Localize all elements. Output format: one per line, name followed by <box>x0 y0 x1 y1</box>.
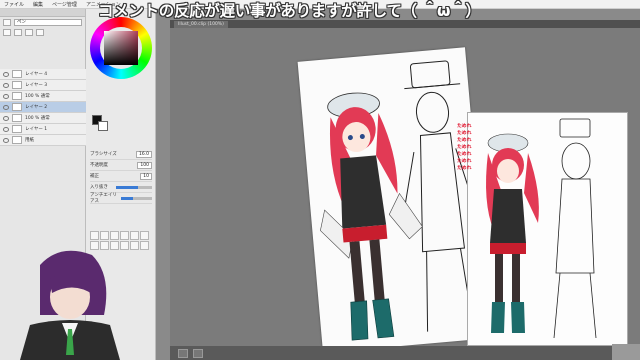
layer-row[interactable]: レイヤー 4 <box>0 69 86 80</box>
character-illustration <box>320 60 479 341</box>
menu-file[interactable]: ファイル <box>4 1 24 8</box>
pencil-tool-icon[interactable] <box>100 231 109 240</box>
prop-label: 入り抜き <box>90 185 108 190</box>
color-wheel[interactable] <box>90 17 152 79</box>
grid-toggle-icon[interactable] <box>178 348 188 358</box>
sub-color-swatch[interactable] <box>98 121 108 131</box>
avatar-illustration <box>20 250 120 360</box>
panel-header <box>0 9 85 17</box>
layer-name: レイヤー 4 <box>25 72 48 77</box>
chat-line: ためれ <box>457 152 472 157</box>
eraser-tool-icon[interactable] <box>120 231 129 240</box>
folder-icon[interactable] <box>14 28 22 36</box>
eye-icon[interactable] <box>3 71 9 77</box>
layer-row[interactable]: レイヤー 3 <box>0 80 86 91</box>
layer-tools-row <box>0 27 85 37</box>
status-bar <box>170 346 640 360</box>
menu-edit[interactable]: 編集 <box>33 1 43 8</box>
eye-icon[interactable] <box>3 82 9 88</box>
pen-tool-icon[interactable] <box>90 231 99 240</box>
layer-row[interactable]: 100 % 通常 <box>0 113 86 124</box>
prop-value[interactable]: 100 <box>137 161 152 169</box>
chat-line: ためれ <box>457 138 472 143</box>
reference-illustration <box>486 118 597 339</box>
saturation-value-square[interactable] <box>104 31 138 65</box>
layer-thumbnail <box>12 125 22 133</box>
layer-row[interactable]: 100 % 通常 <box>0 91 86 102</box>
layer-list: レイヤー 4 レイヤー 3 100 % 通常 レイヤー 2 100 % 通常 レ… <box>0 69 86 146</box>
prop-label: 補正 <box>90 174 99 179</box>
reference-window[interactable] <box>467 112 628 346</box>
layer-row[interactable]: 用紙 <box>0 135 86 146</box>
brush-tool-icon[interactable] <box>110 231 119 240</box>
brush-properties: ブラシサイズ 16.0 不透明度 100 補正 10 入り抜き アンチエイリアス <box>90 149 152 204</box>
canvas-tab[interactable]: Illust_00.clip (100%) <box>174 21 228 28</box>
new-layer-icon[interactable] <box>3 28 11 36</box>
tool-preset-row: ペン <box>0 17 85 27</box>
chat-overlay: ためれ ためれ ためれ ためれ ためれ ためれ ためれ <box>457 122 487 171</box>
prop-row[interactable]: 補正 10 <box>90 171 152 182</box>
ruler-toggle-icon[interactable] <box>193 348 203 358</box>
layer-row[interactable]: レイヤー 1 <box>0 124 86 135</box>
fill-tool-icon[interactable] <box>130 231 139 240</box>
layer-thumbnail <box>12 103 22 111</box>
layer-thumbnail <box>12 70 22 78</box>
drawing-canvas[interactable] <box>297 47 491 353</box>
prop-row[interactable]: ブラシサイズ 16.0 <box>90 149 152 160</box>
menu-page[interactable]: ページ管理 <box>52 1 77 8</box>
prop-label: 不透明度 <box>90 163 108 168</box>
layer-thumbnail <box>12 81 22 89</box>
layer-name: 100 % 通常 <box>25 116 50 121</box>
prop-value[interactable]: 10 <box>140 172 152 180</box>
eye-icon[interactable] <box>3 115 9 121</box>
selection-tool-icon[interactable] <box>140 231 149 240</box>
prop-row[interactable]: 不透明度 100 <box>90 160 152 171</box>
chat-line: ためれ <box>457 166 472 171</box>
prop-value[interactable]: 16.0 <box>135 150 152 158</box>
prop-row[interactable]: アンチエイリアス <box>90 193 152 204</box>
prop-slider[interactable] <box>120 196 152 200</box>
prop-label: ブラシサイズ <box>90 152 117 157</box>
chat-line: ためれ <box>457 124 472 129</box>
layer-name: 用紙 <box>25 138 34 143</box>
layer-thumbnail <box>12 136 22 144</box>
eye-icon[interactable] <box>3 137 9 143</box>
layer-name: 100 % 通常 <box>25 94 50 99</box>
layer-name: レイヤー 2 <box>25 105 48 110</box>
corner-panel <box>612 344 640 360</box>
eye-icon[interactable] <box>3 104 9 110</box>
prop-slider[interactable] <box>116 185 152 189</box>
layer-name: レイヤー 3 <box>25 83 48 88</box>
chat-line: ためれ <box>457 159 472 164</box>
chat-line: ためれ <box>457 131 472 136</box>
trash-icon[interactable] <box>36 28 44 36</box>
tool-preset-select[interactable]: ペン <box>14 18 82 26</box>
eye-icon[interactable] <box>3 93 9 99</box>
stream-banner: コメントの反応が遅い事がありますが許して（ ＾ω＾） <box>98 2 481 20</box>
eye-icon[interactable] <box>3 126 9 132</box>
vtuber-avatar <box>0 245 170 360</box>
layer-thumbnail <box>12 92 22 100</box>
canvas-tab-bar: Illust_00.clip (100%) <box>170 20 640 28</box>
preset-icon[interactable] <box>3 18 11 26</box>
layer-thumbnail <box>12 114 22 122</box>
lock-icon[interactable] <box>25 28 33 36</box>
chat-line: ためれ <box>457 145 472 150</box>
layer-name: レイヤー 1 <box>25 127 48 132</box>
prop-label: アンチエイリアス <box>90 193 117 204</box>
layer-row-selected[interactable]: レイヤー 2 <box>0 102 86 113</box>
